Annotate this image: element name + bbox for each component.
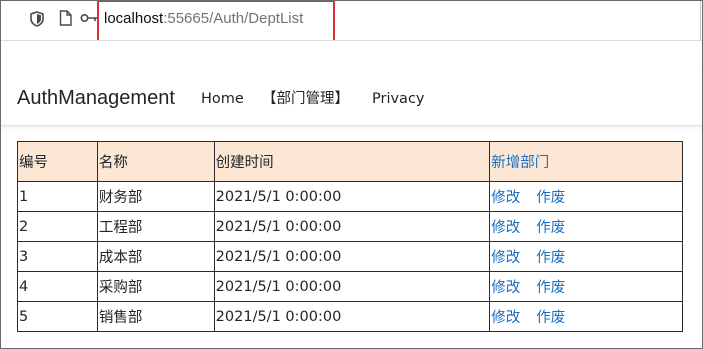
edit-link[interactable]: 修改 [491, 250, 520, 266]
dept-table: 编号 名称 创建时间 新增部门 1 财务部 2021/5/1 0:00:00 修… [17, 141, 683, 332]
cell-name: 采购部 [96, 271, 215, 302]
edit-link[interactable]: 修改 [491, 310, 520, 326]
cell-id: 2 [17, 211, 98, 242]
header-created: 创建时间 [213, 141, 491, 182]
nav-dept-management-link[interactable]: 【部门管理】 [262, 89, 349, 109]
cell-actions: 修改 作废 [489, 241, 683, 272]
url-highlight-box [97, 0, 335, 43]
disable-link[interactable]: 作废 [536, 220, 565, 236]
header-id: 编号 [17, 141, 98, 182]
toolbar-separator [0, 40, 703, 70]
edit-link[interactable]: 修改 [491, 220, 520, 236]
cell-name: 销售部 [96, 301, 215, 332]
disable-link[interactable]: 作废 [536, 280, 565, 296]
table-row: 2 工程部 2021/5/1 0:00:00 修改 作废 [17, 211, 683, 242]
header-actions: 新增部门 [489, 141, 683, 182]
table-row: 4 采购部 2021/5/1 0:00:00 修改 作废 [17, 271, 683, 302]
cell-created: 2021/5/1 0:00:00 [213, 181, 491, 212]
browser-url-bar: localhost:55665/Auth/DeptList [0, 0, 703, 43]
brand-link[interactable]: AuthManagement [17, 86, 175, 110]
cell-actions: 修改 作废 [489, 301, 683, 332]
cell-name: 工程部 [96, 211, 215, 242]
cell-created: 2021/5/1 0:00:00 [213, 241, 491, 272]
cell-actions: 修改 作废 [489, 271, 683, 302]
cell-name: 成本部 [96, 241, 215, 272]
cell-id: 3 [17, 241, 98, 272]
table-row: 1 财务部 2021/5/1 0:00:00 修改 作废 [17, 181, 683, 212]
table-header: 编号 名称 创建时间 新增部门 [17, 141, 683, 182]
cell-created: 2021/5/1 0:00:00 [213, 271, 491, 302]
disable-link[interactable]: 作废 [536, 190, 565, 206]
edit-link[interactable]: 修改 [491, 190, 520, 206]
cell-actions: 修改 作废 [489, 211, 683, 242]
table-body: 1 财务部 2021/5/1 0:00:00 修改 作废 2 工程部 2021/5… [17, 181, 683, 332]
site-navbar: AuthManagement Home 【部门管理】 Privacy [0, 70, 703, 126]
page-icon[interactable] [59, 10, 72, 26]
table-row: 3 成本部 2021/5/1 0:00:00 修改 作废 [17, 241, 683, 272]
disable-link[interactable]: 作废 [536, 250, 565, 266]
cell-id: 4 [17, 271, 98, 302]
nav-privacy-link[interactable]: Privacy [372, 89, 425, 109]
header-name: 名称 [96, 141, 215, 182]
header-row: 编号 名称 创建时间 新增部门 [17, 141, 683, 182]
edit-link[interactable]: 修改 [491, 280, 520, 296]
cell-actions: 修改 作废 [489, 181, 683, 212]
cell-name: 财务部 [96, 181, 215, 212]
cell-id: 5 [17, 301, 98, 332]
nav-home-link[interactable]: Home [201, 89, 244, 109]
shield-icon[interactable] [30, 11, 44, 27]
add-dept-link[interactable]: 新增部门 [491, 155, 549, 171]
cell-id: 1 [17, 181, 98, 212]
table-row: 5 销售部 2021/5/1 0:00:00 修改 作废 [17, 301, 683, 332]
disable-link[interactable]: 作废 [536, 310, 565, 326]
cell-created: 2021/5/1 0:00:00 [213, 211, 491, 242]
cell-created: 2021/5/1 0:00:00 [213, 301, 491, 332]
